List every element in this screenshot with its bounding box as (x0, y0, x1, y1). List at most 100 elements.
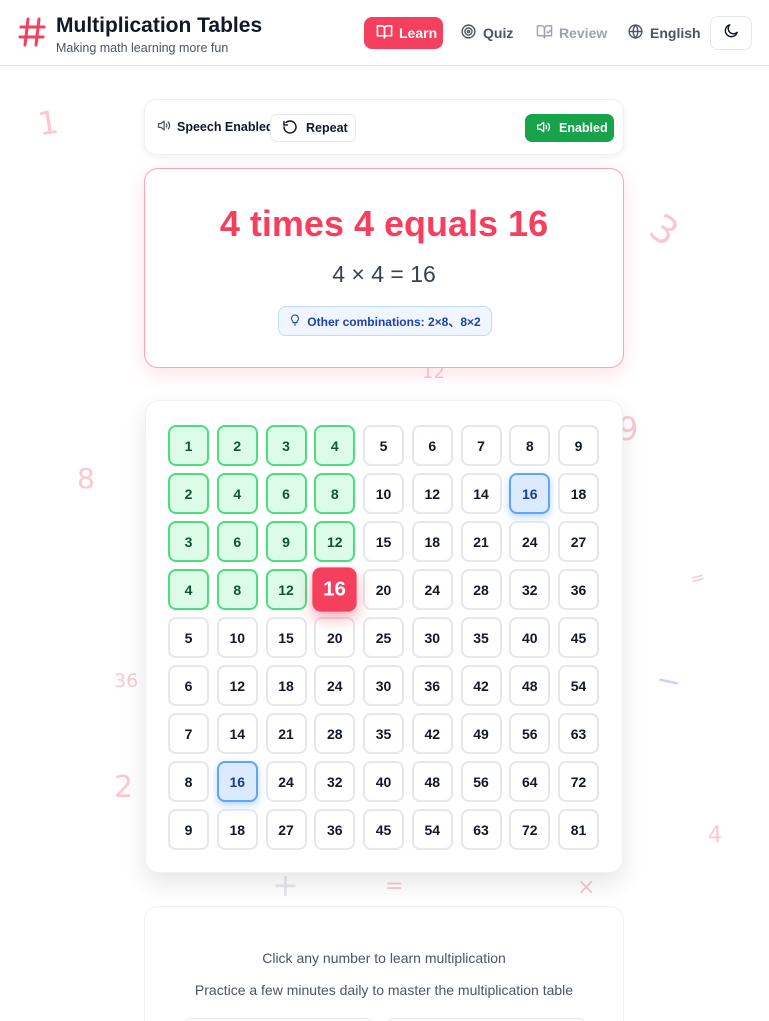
grid-cell-1x1[interactable]: 1 (168, 425, 209, 466)
grid-cell-3x7[interactable]: 21 (460, 521, 502, 562)
grid-cell-8x9[interactable]: 72 (558, 761, 599, 802)
grid-cell-8x7[interactable]: 56 (460, 761, 502, 802)
grid-cell-1x7[interactable]: 7 (460, 425, 502, 466)
equation-math: 4 × 4 = 16 (332, 261, 436, 287)
repeat-button[interactable]: Repeat (270, 114, 356, 142)
grid-cell-1x5[interactable]: 5 (363, 425, 404, 466)
grid-cell-6x4[interactable]: 24 (314, 665, 356, 706)
language-button[interactable]: English (615, 17, 713, 49)
grid-cell-4x9[interactable]: 36 (558, 569, 599, 610)
grid-cell-9x2[interactable]: 18 (216, 809, 258, 850)
grid-cell-6x8[interactable]: 48 (509, 665, 551, 706)
grid-cell-5x3[interactable]: 15 (265, 617, 307, 658)
grid-cell-9x8[interactable]: 72 (509, 809, 551, 850)
grid-cell-3x9[interactable]: 27 (558, 521, 599, 562)
grid-cell-9x3[interactable]: 27 (265, 809, 307, 850)
grid-cell-5x5[interactable]: 25 (363, 617, 404, 658)
grid-cell-5x6[interactable]: 30 (411, 617, 453, 658)
grid-cell-4x8[interactable]: 32 (509, 569, 551, 610)
grid-cell-4x1[interactable]: 4 (168, 569, 209, 610)
grid-cell-7x3[interactable]: 21 (265, 713, 307, 754)
grid-cell-6x5[interactable]: 30 (363, 665, 404, 706)
grid-cell-3x5[interactable]: 15 (363, 521, 404, 562)
grid-cell-2x2[interactable]: 4 (216, 473, 258, 514)
grid-cell-4x2[interactable]: 8 (216, 569, 258, 610)
grid-cell-3x6[interactable]: 18 (411, 521, 453, 562)
grid-cell-8x1[interactable]: 8 (168, 761, 209, 802)
grid-cell-4x3[interactable]: 12 (265, 569, 307, 610)
grid-cell-5x9[interactable]: 45 (558, 617, 599, 658)
grid-cell-3x2[interactable]: 6 (216, 521, 258, 562)
grid-cell-4x4[interactable]: 16 (312, 567, 357, 612)
grid-cell-6x7[interactable]: 42 (460, 665, 502, 706)
target-icon (460, 23, 477, 43)
grid-cell-8x3[interactable]: 24 (265, 761, 307, 802)
grid-cell-9x9[interactable]: 81 (558, 809, 599, 850)
grid-cell-9x4[interactable]: 36 (314, 809, 356, 850)
grid-cell-7x9[interactable]: 63 (558, 713, 599, 754)
grid-cell-8x8[interactable]: 64 (509, 761, 551, 802)
grid-cell-5x2[interactable]: 10 (216, 617, 258, 658)
speech-enabled-toggle[interactable]: Enabled (525, 114, 614, 142)
grid-cell-3x8[interactable]: 24 (509, 521, 551, 562)
nav-learn-label: Learn (399, 25, 438, 41)
grid-cell-8x6[interactable]: 48 (411, 761, 453, 802)
language-label: English (650, 25, 701, 41)
nav-quiz-button[interactable]: Quiz (448, 17, 525, 49)
grid-cell-8x4[interactable]: 32 (314, 761, 356, 802)
grid-cell-7x1[interactable]: 7 (168, 713, 209, 754)
speech-controls-card: Speech Enabled Repeat Enabled (144, 99, 624, 155)
grid-cell-1x4[interactable]: 4 (314, 425, 356, 466)
repeat-label: Repeat (306, 121, 348, 135)
grid-cell-2x8[interactable]: 16 (509, 473, 551, 514)
grid-cell-4x5[interactable]: 20 (363, 569, 404, 610)
grid-cell-7x5[interactable]: 35 (363, 713, 404, 754)
nav-review-button[interactable]: Review (524, 17, 619, 49)
grid-cell-4x6[interactable]: 24 (411, 569, 453, 610)
grid-cell-5x1[interactable]: 5 (168, 617, 209, 658)
nav-review-label: Review (559, 25, 608, 41)
grid-cell-1x8[interactable]: 8 (509, 425, 551, 466)
grid-cell-3x4[interactable]: 12 (314, 521, 356, 562)
grid-cell-1x9[interactable]: 9 (558, 425, 599, 466)
grid-cell-8x2[interactable]: 16 (216, 761, 258, 802)
grid-cell-1x2[interactable]: 2 (216, 425, 258, 466)
grid-cell-2x6[interactable]: 12 (411, 473, 453, 514)
grid-cell-7x7[interactable]: 49 (460, 713, 502, 754)
grid-cell-5x4[interactable]: 20 (314, 617, 356, 658)
grid-cell-1x3[interactable]: 3 (265, 425, 307, 466)
other-combinations-label: Other combinations: 2×8、8×2 (307, 314, 481, 329)
grid-cell-1x6[interactable]: 6 (411, 425, 453, 466)
grid-cell-9x5[interactable]: 45 (363, 809, 404, 850)
grid-cell-7x8[interactable]: 56 (509, 713, 551, 754)
app-subtitle: Making math learning more fun (56, 41, 229, 55)
grid-cell-4x7[interactable]: 28 (460, 569, 502, 610)
grid-cell-2x9[interactable]: 18 (558, 473, 599, 514)
grid-cell-9x1[interactable]: 9 (168, 809, 209, 850)
grid-cell-6x6[interactable]: 36 (411, 665, 453, 706)
grid-cell-2x3[interactable]: 6 (265, 473, 307, 514)
grid-cell-9x7[interactable]: 63 (460, 809, 502, 850)
grid-cell-6x2[interactable]: 12 (216, 665, 258, 706)
grid-cell-6x9[interactable]: 54 (558, 665, 599, 706)
grid-cell-7x6[interactable]: 42 (411, 713, 453, 754)
globe-icon (627, 23, 644, 43)
nav-quiz-label: Quiz (483, 25, 514, 41)
grid-cell-6x3[interactable]: 18 (265, 665, 307, 706)
grid-cell-2x7[interactable]: 14 (460, 473, 502, 514)
grid-cell-2x4[interactable]: 8 (314, 473, 356, 514)
grid-cell-5x7[interactable]: 35 (460, 617, 502, 658)
theme-toggle-button[interactable] (710, 16, 752, 50)
grid-cell-5x8[interactable]: 40 (509, 617, 551, 658)
grid-cell-7x4[interactable]: 28 (314, 713, 356, 754)
grid-cell-3x3[interactable]: 9 (265, 521, 307, 562)
nav-learn-button[interactable]: Learn (364, 17, 443, 49)
grid-cell-3x1[interactable]: 3 (168, 521, 209, 562)
grid-cell-2x5[interactable]: 10 (363, 473, 404, 514)
multiplication-grid-card: 1 2 3 4 5 6 7 8 9 2 4 6 8 10 12 14 16 18 3 6 9 12 15 18 21 24 27 4 8… (145, 400, 623, 873)
grid-cell-6x1[interactable]: 6 (168, 665, 209, 706)
grid-cell-8x5[interactable]: 40 (363, 761, 404, 802)
grid-cell-7x2[interactable]: 14 (216, 713, 258, 754)
grid-cell-9x6[interactable]: 54 (411, 809, 453, 850)
grid-cell-2x1[interactable]: 2 (168, 473, 209, 514)
